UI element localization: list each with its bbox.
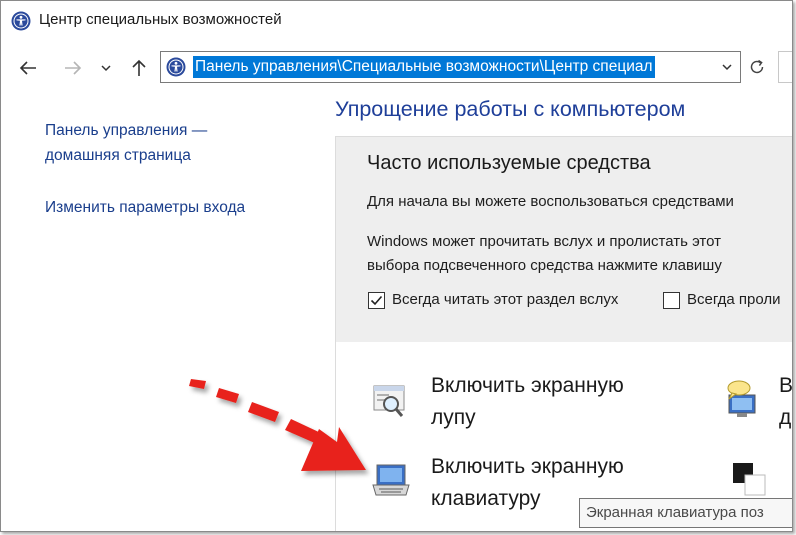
recent-locations-button[interactable] — [97, 56, 115, 80]
up-arrow-icon — [132, 59, 146, 76]
chevron-down-icon — [722, 64, 732, 71]
address-path[interactable]: Панель управления\Специальные возможност… — [193, 56, 655, 78]
page-title: Упрощение работы с компьютером — [335, 97, 686, 121]
narrator-link[interactable]: В д — [779, 370, 792, 434]
tooltip: Экранная клавиатура поз — [579, 498, 792, 528]
narration-text-line-2: выбора подсвеченного средства нажмите кл… — [367, 257, 722, 274]
auto-scan-label[interactable]: Всегда проли — [687, 291, 781, 308]
narrator-icon[interactable] — [723, 379, 763, 419]
chevron-down-icon — [101, 65, 111, 72]
window: Центр специальных возможностей Панель уп… — [0, 0, 793, 532]
forward-button[interactable] — [61, 56, 85, 80]
tool-line[interactable]: д — [779, 402, 792, 434]
read-aloud-label[interactable]: Всегда читать этот раздел вслух — [392, 291, 618, 308]
back-button[interactable] — [16, 56, 40, 80]
title-bar: Центр специальных возможностей — [1, 1, 792, 39]
tool-line[interactable]: лупу — [431, 402, 624, 434]
ease-of-access-icon — [11, 11, 31, 31]
refresh-button[interactable] — [745, 55, 769, 79]
magnifier-icon[interactable] — [371, 382, 411, 422]
back-arrow-icon — [19, 61, 36, 75]
search-box[interactable] — [778, 51, 792, 83]
ease-of-access-icon — [166, 57, 186, 77]
tool-line[interactable]: В — [779, 370, 792, 402]
tool-line[interactable]: Включить экранную — [431, 451, 624, 483]
address-dropdown-button[interactable] — [714, 52, 740, 82]
link-line[interactable]: домашняя страница — [45, 143, 207, 168]
refresh-icon — [750, 59, 764, 74]
window-title: Центр специальных возможностей — [39, 11, 282, 28]
control-panel-home-link[interactable]: Панель управления — домашняя страница — [45, 118, 207, 168]
high-contrast-icon[interactable] — [731, 461, 771, 501]
link-line[interactable]: Панель управления — — [45, 118, 207, 143]
forward-arrow-icon — [65, 61, 82, 75]
narration-text-line-1: Windows может прочитать вслух и пролиста… — [367, 233, 722, 250]
auto-scan-checkbox[interactable] — [663, 292, 680, 309]
magnifier-link[interactable]: Включить экранную лупу — [431, 370, 624, 434]
up-button[interactable] — [127, 56, 151, 80]
address-bar[interactable]: Панель управления\Специальные возможност… — [160, 51, 741, 83]
quick-tools-intro: Для начала вы можете воспользоваться сре… — [367, 193, 734, 210]
on-screen-keyboard-icon[interactable] — [371, 461, 411, 501]
change-sign-in-settings-link[interactable]: Изменить параметры входа — [45, 195, 245, 220]
tool-line[interactable]: Включить экранную — [431, 370, 624, 402]
quick-tools-heading: Часто используемые средства — [367, 152, 651, 174]
divider — [335, 341, 336, 531]
read-aloud-checkbox[interactable] — [368, 292, 385, 309]
checkmark-icon — [370, 295, 383, 306]
